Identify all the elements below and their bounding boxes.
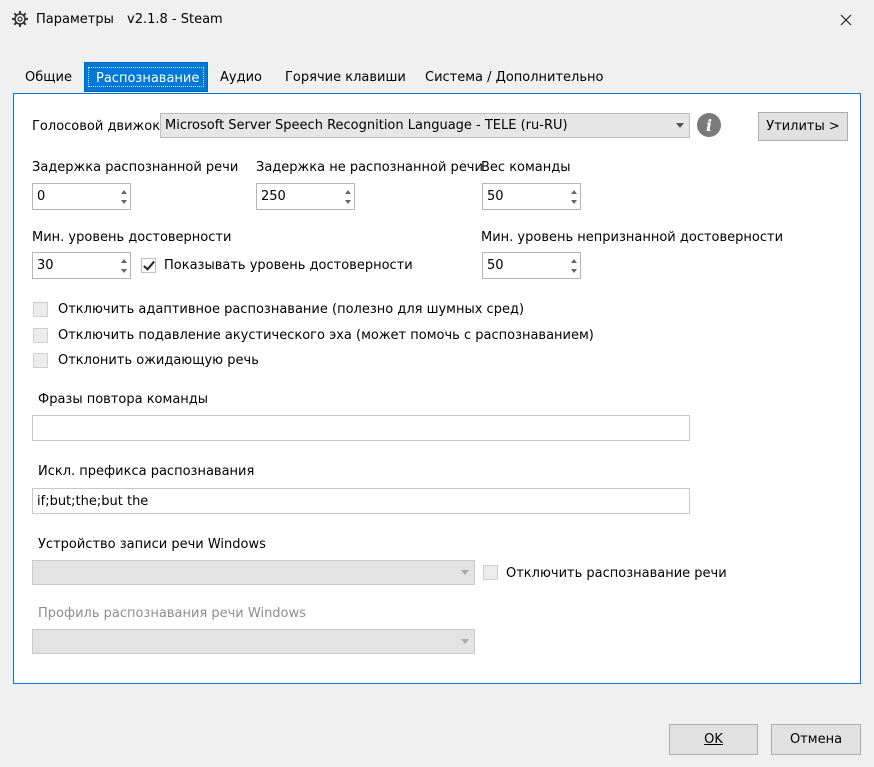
disable-speech-label: Отключить распознавание речи [506,566,727,581]
reject-pending-label: Отклонить ожидающую речь [58,353,259,368]
tab-general[interactable]: Общие [14,62,83,92]
recognized-delay-label: Задержка распознанной речи [32,160,239,175]
ok-button[interactable]: OK [669,724,758,755]
recording-device-select[interactable] [32,560,475,585]
engine-select[interactable]: Microsoft Server Speech Recognition Lang… [160,113,690,138]
recognized-delay-stepper[interactable]: 0 [32,183,131,210]
spin-up-icon[interactable] [345,190,351,194]
engine-label: Голосовой движок [32,119,161,134]
speech-profile-select[interactable] [32,629,475,654]
input-value: if;but;the;but the [37,494,149,509]
stepper-value: 0 [37,189,46,204]
show-confidence-label: Показывать уровень достоверности [164,258,413,273]
tab-label: Распознавание [96,71,200,86]
disable-echo-label: Отключить подавление акустического эха (… [58,328,594,343]
recording-device-label: Устройство записи речи Windows [38,537,266,552]
min-confidence-label: Мин. уровень достоверности [32,230,232,245]
speech-profile-label: Профиль распознавания речи Windows [38,606,306,621]
prefix-exclusions-input[interactable]: if;but;the;but the [32,488,690,514]
chevron-down-icon [461,570,469,575]
ok-label: OK [704,732,723,747]
tab-strip: Общие Распознавание Аудио Горячие клавиш… [13,62,861,94]
chevron-down-icon [461,639,469,644]
unrecognized-confidence-stepper[interactable]: 50 [482,252,581,279]
spin-down-icon[interactable] [121,200,127,204]
chevron-down-icon [676,123,684,128]
unrecognized-delay-label: Задержка не распознанной речи [256,160,483,175]
close-icon [840,14,852,26]
spin-up-icon[interactable] [571,259,577,263]
min-confidence-stepper[interactable]: 30 [32,252,131,279]
stepper-value: 30 [37,258,54,273]
cancel-button[interactable]: Отмена [771,724,861,755]
spin-down-icon[interactable] [121,269,127,273]
unrecognized-delay-stepper[interactable]: 250 [256,183,355,210]
disable-echo-checkbox[interactable] [33,328,48,343]
spin-up-icon[interactable] [121,190,127,194]
disable-adaptive-label: Отключить адаптивное распознавание (поле… [58,302,525,317]
window-title: Параметры [36,12,114,27]
command-weight-stepper[interactable]: 50 [482,183,581,210]
stepper-value: 250 [261,189,286,204]
spin-down-icon[interactable] [345,200,351,204]
title-bar: Параметры v2.1.8 - Steam [0,0,874,41]
spin-down-icon[interactable] [571,200,577,204]
show-confidence-checkbox[interactable] [141,258,156,273]
repeat-phrases-input[interactable] [32,415,690,441]
stepper-value: 50 [487,258,504,273]
tab-system[interactable]: Система / Дополнительно [414,62,614,92]
spin-up-icon[interactable] [121,259,127,263]
info-icon[interactable]: i [697,113,721,137]
stepper-value: 50 [487,189,504,204]
tab-label: Горячие клавиши [285,70,406,85]
tab-audio[interactable]: Аудио [209,62,273,92]
close-button[interactable] [826,4,866,36]
tab-recognition[interactable]: Распознавание [84,62,208,92]
command-weight-label: Вес команды [481,160,571,175]
tab-label: Аудио [220,70,262,85]
engine-value: Microsoft Server Speech Recognition Lang… [165,118,568,133]
disable-adaptive-checkbox[interactable] [33,302,48,317]
checkmark-icon [143,258,155,271]
prefix-exclusions-label: Искл. префикса распознавания [38,464,255,479]
window-version: v2.1.8 - Steam [127,12,223,27]
unrecognized-confidence-label: Мин. уровень непризнанной достоверности [481,230,784,245]
repeat-phrases-label: Фразы повтора команды [38,392,209,407]
utilities-button[interactable]: Утилиты > [758,112,848,141]
spin-down-icon[interactable] [571,269,577,273]
tab-label: Общие [25,70,72,85]
utilities-label: Утилиты > [766,119,840,134]
cancel-label: Отмена [789,732,843,747]
tab-hotkeys[interactable]: Горячие клавиши [274,62,417,92]
reject-pending-checkbox[interactable] [33,353,48,368]
gear-icon [12,11,28,27]
spin-up-icon[interactable] [571,190,577,194]
tab-label: Система / Дополнительно [425,70,604,85]
recognition-panel [13,93,861,684]
disable-speech-checkbox[interactable] [483,565,498,580]
